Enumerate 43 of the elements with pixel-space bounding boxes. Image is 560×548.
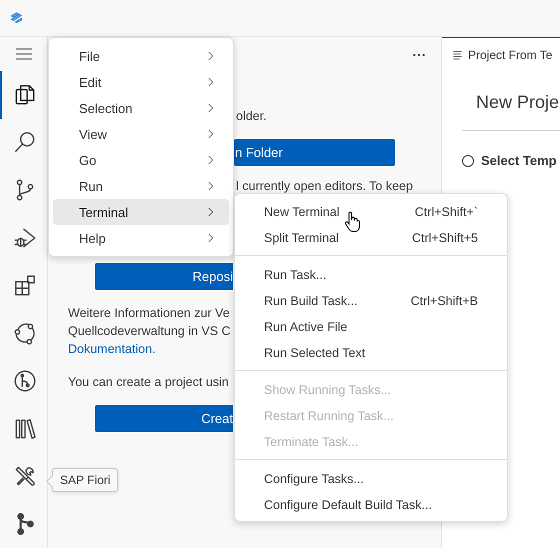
list-icon	[452, 49, 464, 61]
chevron-right-icon	[206, 76, 216, 88]
menu-item[interactable]: Edit	[53, 69, 229, 95]
menu-item[interactable]: Run Selected Text	[235, 340, 507, 366]
description-text: older.	[236, 108, 267, 124]
branch-circle-icon	[12, 368, 38, 394]
menu-item[interactable]: Configure Default Build Task...	[235, 492, 507, 518]
shortcut-text: Ctrl+Shift+`	[414, 205, 478, 219]
menu-item[interactable]: Run Build Task... Ctrl+Shift+B	[235, 288, 507, 314]
chevron-right-icon	[206, 180, 216, 192]
menu-item[interactable]: Go	[53, 147, 229, 173]
shortcut-text: Ctrl+Shift+5	[412, 231, 478, 245]
chevron-right-icon	[206, 128, 216, 140]
create-project-button[interactable]: Creat	[95, 405, 233, 432]
chevron-right-icon	[206, 50, 216, 62]
documentation-link[interactable]: Dokumentation.	[68, 342, 156, 356]
menu-item[interactable]: Run Task...	[235, 262, 507, 288]
chevron-right-icon	[206, 232, 216, 244]
step-radio[interactable]	[462, 154, 474, 166]
editor-tab[interactable]: Project From Te	[442, 37, 560, 72]
chevron-right-icon	[206, 102, 216, 114]
menu-item[interactable]: Split Terminal Ctrl+Shift+5	[235, 225, 507, 251]
logo-icon	[9, 10, 25, 26]
menu-item[interactable]: New Terminal Ctrl+Shift+`	[235, 199, 507, 225]
menu-item[interactable]: File	[53, 43, 229, 69]
menu-item[interactable]: Selection	[53, 95, 229, 121]
menu-item[interactable]: Run Active File	[235, 314, 507, 340]
menu-item[interactable]: View	[53, 121, 229, 147]
chevron-right-icon	[206, 154, 216, 166]
menu-item[interactable]: Terminal	[53, 199, 229, 225]
repository-button[interactable]: Reposi	[95, 263, 233, 290]
menu-item[interactable]: Configure Tasks...	[235, 466, 507, 492]
hand-cursor-icon	[344, 211, 360, 233]
menu-item[interactable]: Help	[53, 225, 229, 251]
open-folder-button[interactable]: n Folder	[234, 139, 395, 166]
step-label: Select Temp	[481, 153, 557, 168]
tooltip: SAP Fiori	[47, 468, 118, 492]
chevron-right-icon	[206, 206, 216, 218]
menu-item[interactable]: Run	[53, 173, 229, 199]
page-heading: New Proje	[476, 92, 560, 113]
description-text: l currently open editors. To keep	[236, 178, 413, 194]
description-text: You can create a project usin	[68, 374, 229, 390]
shortcut-text: Ctrl+Shift+B	[410, 294, 478, 308]
